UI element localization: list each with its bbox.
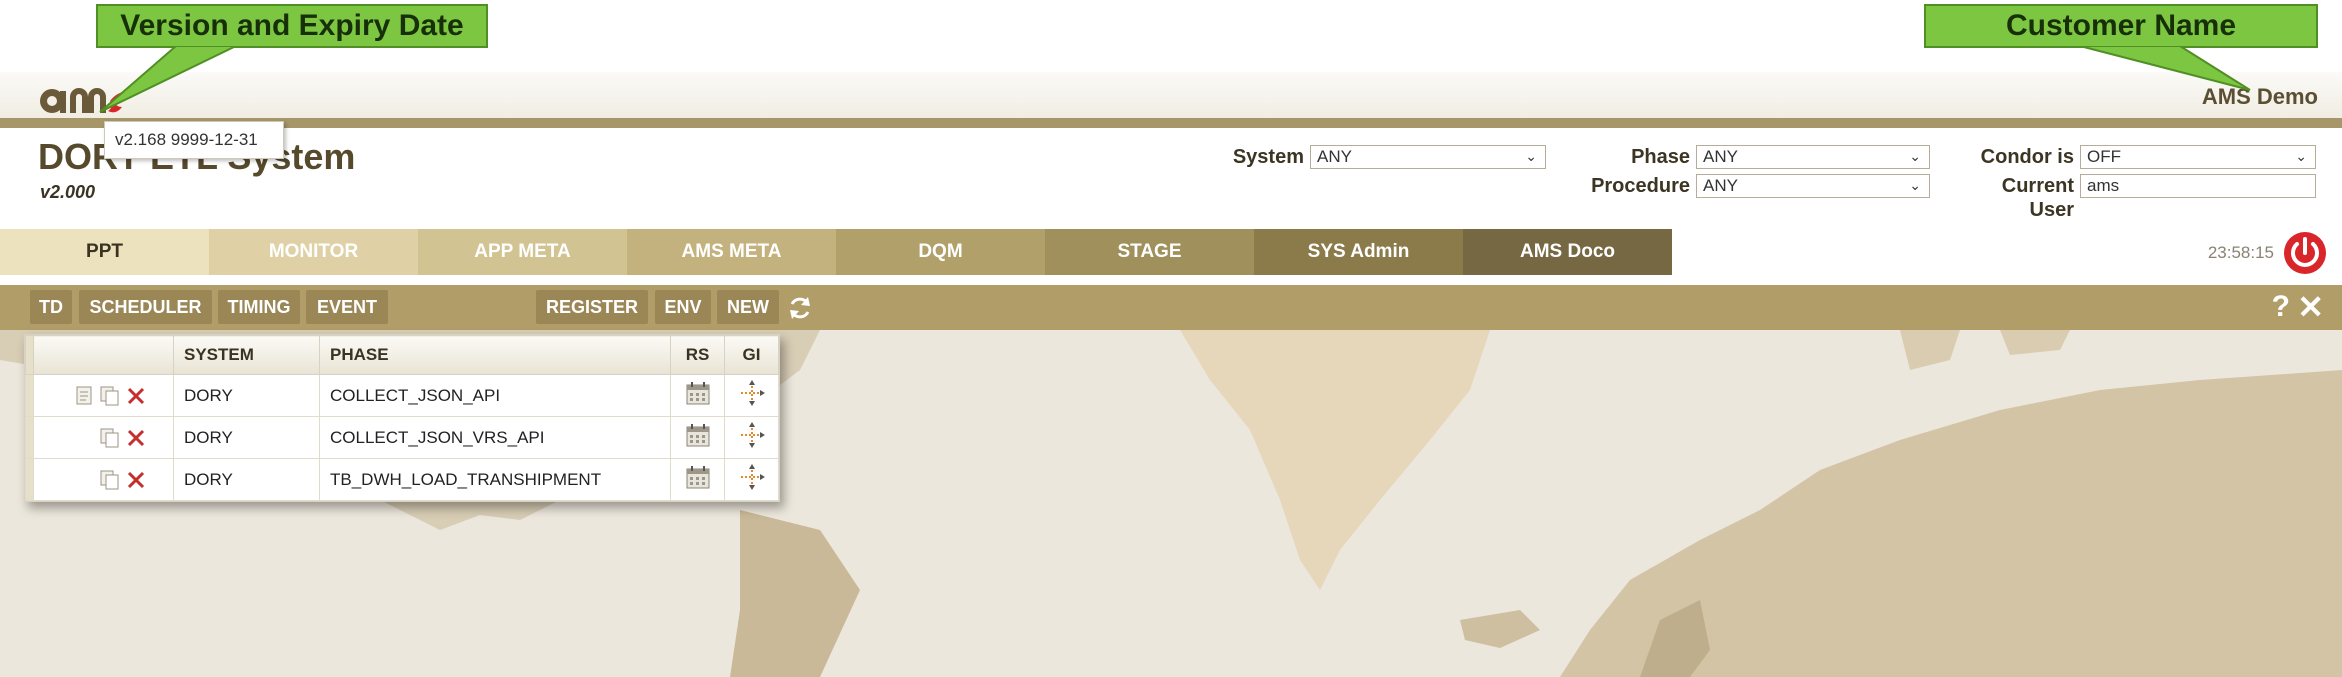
row-actions: [33, 374, 174, 417]
document-icon[interactable]: [75, 385, 95, 407]
version-callout: Version and Expiry Date: [96, 4, 488, 48]
condor-select[interactable]: OFF ⌄: [2080, 145, 2316, 169]
gi-cell: [724, 374, 779, 417]
move-arrows-icon[interactable]: [738, 463, 766, 491]
refresh-icon[interactable]: [786, 294, 814, 322]
td-button[interactable]: TD: [30, 290, 72, 324]
tab-dqm[interactable]: DQM: [836, 229, 1045, 275]
system-header[interactable]: SYSTEM: [173, 335, 320, 375]
system-select-value: ANY: [1317, 147, 1352, 166]
grid-header-row: SYSTEM PHASE RS GI: [25, 335, 779, 375]
condor-select-value: OFF: [2087, 147, 2121, 166]
scheduler-button[interactable]: SCHEDULER: [79, 290, 212, 324]
tab-sys-admin[interactable]: SYS Admin: [1254, 229, 1463, 275]
table-row[interactable]: DORY COLLECT_JSON_VRS_API: [25, 416, 779, 459]
rs-cell: [670, 374, 725, 417]
clock: 23:58:15: [2207, 243, 2274, 262]
procedure-select-value: ANY: [1703, 176, 1738, 195]
calendar-icon[interactable]: [685, 422, 711, 448]
system-label: System: [1232, 146, 1304, 168]
new-button[interactable]: NEW: [717, 290, 779, 324]
calendar-icon[interactable]: [685, 464, 711, 490]
chevron-down-icon: ⌄: [1909, 177, 1921, 193]
delete-icon[interactable]: [125, 469, 147, 491]
procedure-label: Procedure: [1591, 175, 1690, 197]
rs-cell: [670, 458, 725, 501]
tab-ams-doco[interactable]: AMS Doco: [1463, 229, 1672, 275]
delete-icon[interactable]: [125, 385, 147, 407]
move-arrows-icon[interactable]: [738, 421, 766, 449]
current-user-label-2: User: [2029, 199, 2074, 221]
gi-header[interactable]: GI: [724, 335, 779, 375]
customer-callout: Customer Name: [1924, 4, 2318, 48]
move-arrows-icon[interactable]: [738, 379, 766, 407]
gi-cell: [724, 416, 779, 459]
help-icon[interactable]: ?: [2272, 290, 2290, 324]
header-divider: [0, 118, 2342, 128]
row-grip: [25, 374, 34, 417]
condor-label: Condor is: [1980, 146, 2074, 168]
phase-cell[interactable]: TB_DWH_LOAD_TRANSHIPMENT: [319, 458, 671, 501]
env-button[interactable]: ENV: [655, 290, 711, 324]
main-tabs: PPT MONITOR APP META AMS META DQM STAGE SYS Ad…: [0, 229, 1672, 275]
timing-button[interactable]: TIMING: [218, 290, 300, 324]
system-select[interactable]: ANY ⌄: [1310, 145, 1546, 169]
actions-header: [33, 335, 174, 375]
chevron-down-icon: ⌄: [2295, 148, 2307, 164]
rs-header[interactable]: RS: [670, 335, 725, 375]
version-callout-pointer: [99, 46, 237, 113]
chevron-down-icon: ⌄: [1525, 148, 1537, 164]
row-grip: [25, 416, 34, 459]
system-cell: DORY: [173, 416, 320, 459]
phase-select[interactable]: ANY ⌄: [1696, 145, 1930, 169]
row-actions: [33, 458, 174, 501]
close-icon[interactable]: ✕: [2297, 288, 2324, 326]
phase-select-value: ANY: [1703, 147, 1738, 166]
event-button[interactable]: EVENT: [306, 290, 388, 324]
rs-cell: [670, 416, 725, 459]
copy-icon[interactable]: [99, 385, 121, 407]
phase-cell[interactable]: COLLECT_JSON_VRS_API: [319, 416, 671, 459]
phase-label: Phase: [1631, 146, 1690, 168]
tab-monitor[interactable]: MONITOR: [209, 229, 418, 275]
copy-icon[interactable]: [99, 427, 121, 449]
tab-app-meta[interactable]: APP META: [418, 229, 627, 275]
header-bar: [0, 72, 2342, 118]
calendar-icon[interactable]: [685, 380, 711, 406]
delete-icon[interactable]: [125, 427, 147, 449]
register-button[interactable]: REGISTER: [536, 290, 648, 324]
tab-ppt[interactable]: PPT: [0, 229, 209, 275]
table-row[interactable]: DORY COLLECT_JSON_API: [25, 374, 779, 417]
procedure-select[interactable]: ANY ⌄: [1696, 174, 1930, 198]
current-user-field[interactable]: ams: [2080, 174, 2316, 198]
system-cell: DORY: [173, 458, 320, 501]
gi-cell: [724, 458, 779, 501]
app-root: AMS Demo v2.168 9999-12-31 DORY ETL Syst…: [0, 0, 2342, 677]
current-user-label: Current: [2001, 175, 2074, 197]
tab-stage[interactable]: STAGE: [1045, 229, 1254, 275]
customer-callout-pointer: [2079, 46, 2251, 91]
row-actions: [33, 416, 174, 459]
table-row[interactable]: DORY TB_DWH_LOAD_TRANSHIPMENT: [25, 458, 779, 501]
copy-icon[interactable]: [99, 469, 121, 491]
version-tooltip: v2.168 9999-12-31: [104, 121, 284, 159]
phase-header[interactable]: PHASE: [319, 335, 671, 375]
chevron-down-icon: ⌄: [1909, 148, 1921, 164]
ppt-grid: SYSTEM PHASE RS GI DORY COLLECT_JSON_API D…: [24, 334, 780, 502]
app-version: v2.000: [40, 182, 96, 202]
header-grip: [25, 335, 34, 375]
row-grip: [25, 458, 34, 501]
phase-cell[interactable]: COLLECT_JSON_API: [319, 374, 671, 417]
system-cell: DORY: [173, 374, 320, 417]
tab-ams-meta[interactable]: AMS META: [627, 229, 836, 275]
power-icon[interactable]: [2282, 230, 2328, 276]
